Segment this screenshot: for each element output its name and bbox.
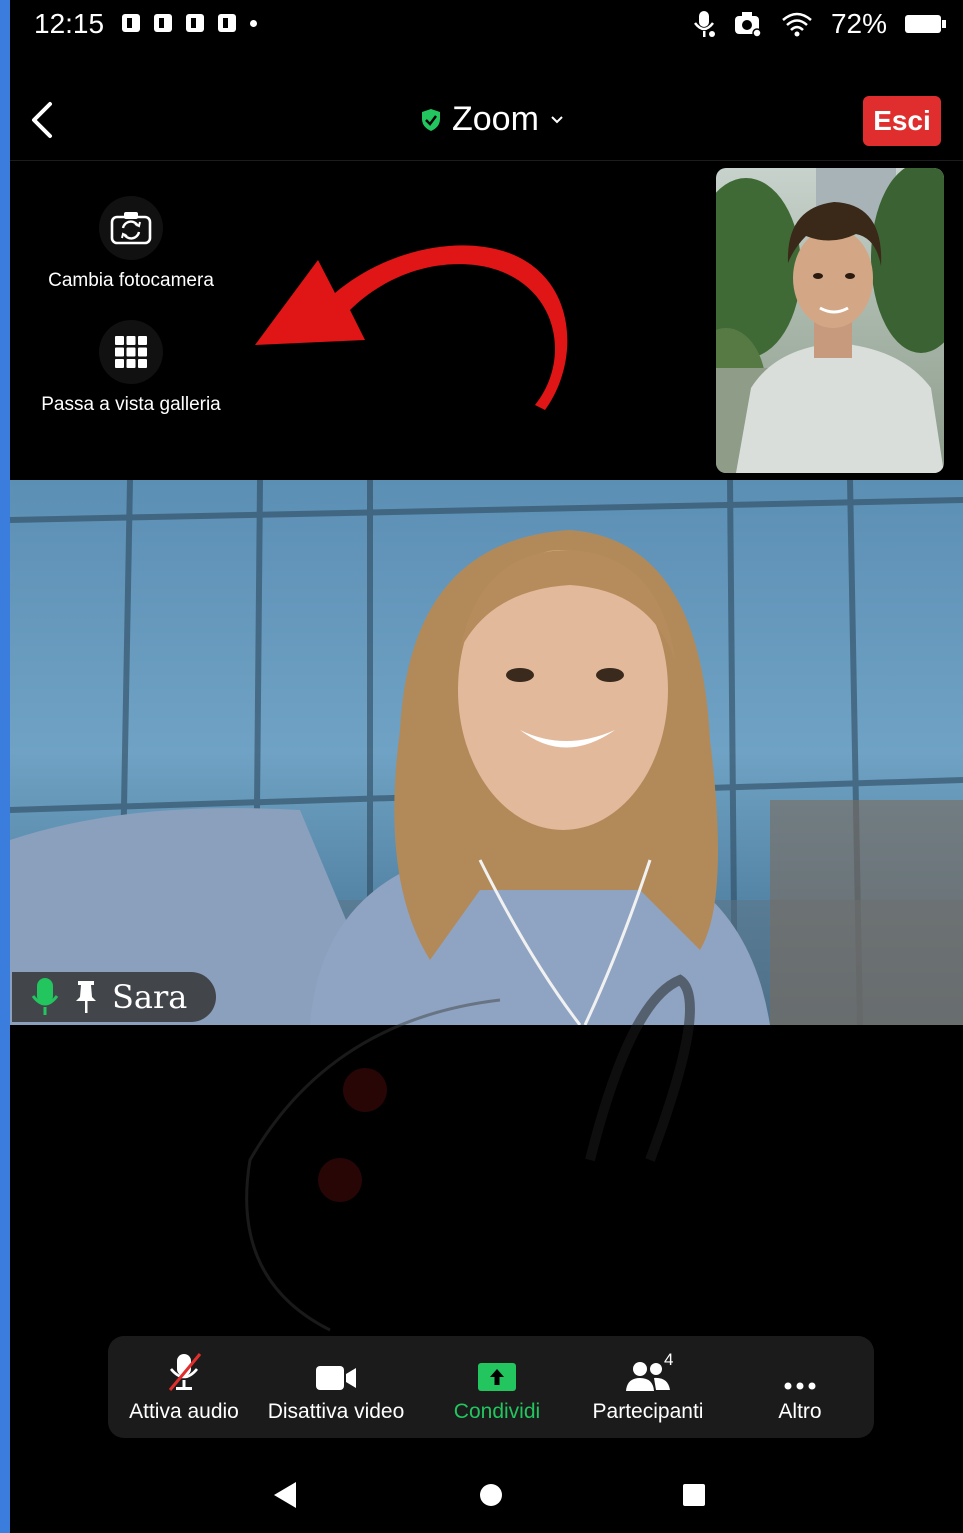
self-view-video[interactable] — [716, 168, 944, 473]
leave-button[interactable]: Esci — [863, 96, 941, 146]
tool-icon-wrap — [724, 1352, 876, 1392]
meeting-toolbar: Attiva audio Disattiva video Condividi 4… — [108, 1336, 874, 1438]
tool-icon-wrap — [421, 1352, 573, 1392]
speaker-name-tag: Sara — [12, 972, 216, 1022]
facebook-notification-icon — [218, 14, 236, 32]
zoom-meeting-screen: 12:15 72% Zoom Esci Cambia fotocamera Pa… — [10, 0, 963, 1533]
switch-camera-button[interactable]: Cambia fotocamera — [16, 196, 246, 292]
status-time: 12:15 — [34, 8, 105, 39]
dot-icon — [250, 19, 257, 27]
battery-icon — [905, 15, 946, 33]
switch-camera-icon — [110, 212, 152, 245]
participants-label: Partecipanti — [592, 1400, 704, 1423]
grid-icon — [115, 336, 147, 368]
battery-percent: 72% — [830, 8, 887, 39]
meeting-title: Zoom — [452, 100, 539, 138]
unmute-label: Attiva audio — [129, 1400, 239, 1423]
gallery-view-label: Passa a vista galleria — [41, 394, 221, 415]
facebook-notification-icon — [154, 14, 172, 32]
share-screen-icon — [478, 1363, 516, 1391]
mic-muted-icon — [168, 1353, 202, 1391]
speaker-name: Sara — [112, 978, 188, 1016]
pin-icon — [76, 981, 96, 1013]
notification-icons — [122, 14, 257, 32]
gallery-icon-wrap — [99, 320, 163, 384]
tool-icon-wrap — [572, 1352, 724, 1392]
more-label: Altro — [778, 1400, 822, 1423]
screen-edge-strip — [0, 0, 10, 1533]
nav-back-icon[interactable] — [272, 1480, 298, 1510]
mic-in-use-icon — [693, 11, 715, 37]
switch-camera-label: Cambia fotocamera — [48, 270, 214, 291]
unmute-button[interactable]: Attiva audio — [108, 1352, 260, 1424]
chevron-down-icon — [551, 115, 563, 123]
gallery-notification-icon — [122, 14, 140, 32]
status-bar: 12:15 72% — [10, 0, 963, 50]
video-camera-icon — [316, 1366, 356, 1390]
meeting-header: Zoom Esci — [10, 80, 963, 160]
mic-on-icon — [31, 978, 59, 1015]
switch-camera-icon-wrap — [99, 196, 163, 260]
camera-in-use-icon — [734, 12, 762, 38]
wifi-icon — [782, 12, 812, 37]
back-arrow-icon[interactable] — [24, 98, 64, 142]
system-nav-bar — [10, 1462, 963, 1533]
participant-count: 4 — [664, 1350, 674, 1369]
more-dots-icon — [784, 1382, 816, 1390]
tool-icon-wrap — [108, 1352, 260, 1392]
gallery-view-button[interactable]: Passa a vista galleria — [16, 320, 246, 416]
stop-video-label: Disattiva video — [267, 1400, 405, 1423]
facebook-notification-icon — [186, 14, 204, 32]
watermark-logo — [245, 974, 695, 1332]
header-divider — [10, 160, 963, 161]
nav-home-icon[interactable] — [478, 1480, 504, 1510]
tool-icon-wrap — [260, 1352, 412, 1392]
self-view-image — [716, 168, 944, 473]
nav-recents-icon[interactable] — [681, 1480, 707, 1510]
meeting-title-dropdown[interactable]: Zoom — [420, 100, 565, 139]
participants-button[interactable]: 4 Partecipanti — [572, 1350, 724, 1424]
more-button[interactable]: Altro — [724, 1352, 876, 1424]
shield-check-icon — [422, 108, 440, 131]
share-label: Condividi — [453, 1400, 541, 1423]
status-right: 72% — [693, 8, 946, 40]
red-arrow-annotation — [255, 245, 568, 410]
share-button[interactable]: Condividi — [421, 1352, 573, 1424]
stop-video-button[interactable]: Disattiva video — [260, 1352, 412, 1424]
